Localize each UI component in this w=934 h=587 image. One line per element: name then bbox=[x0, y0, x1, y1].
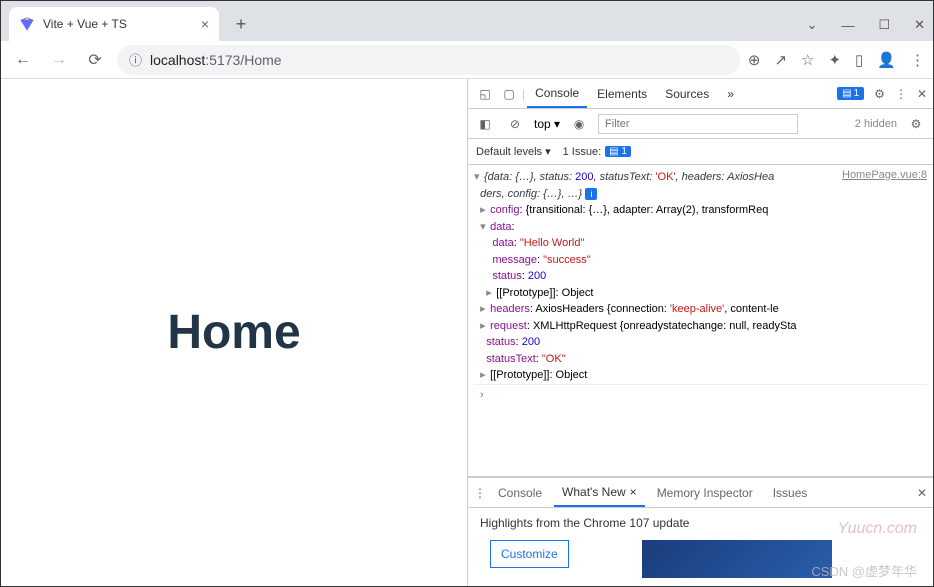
inspect-icon[interactable]: ◱ bbox=[474, 87, 496, 101]
vite-icon bbox=[19, 16, 35, 32]
drawer-tab-whatsnew[interactable]: What's New × bbox=[554, 479, 645, 507]
console-settings-icon[interactable]: ⚙ bbox=[905, 117, 927, 131]
close-devtools-icon[interactable]: ✕ bbox=[917, 87, 927, 101]
browser-tab[interactable]: Vite + Vue + TS × bbox=[9, 7, 219, 41]
reload-button[interactable]: ⟳ bbox=[81, 46, 109, 74]
more-icon[interactable]: ⋮ bbox=[895, 87, 907, 101]
drawer-tabs: ⋮ Console What's New × Memory Inspector … bbox=[468, 478, 933, 508]
profile-icon[interactable]: 👤 bbox=[877, 51, 896, 69]
chevron-down-icon[interactable]: ⌄ bbox=[807, 17, 818, 33]
drawer-tab-memory[interactable]: Memory Inspector bbox=[649, 479, 761, 507]
bookmark-icon[interactable]: ☆ bbox=[801, 51, 814, 69]
window-controls: ⌄ — ☐ ✕ bbox=[807, 9, 933, 41]
hidden-count[interactable]: 2 hidden bbox=[855, 118, 897, 130]
browser-toolbar: ← → ⟳ ⓘ localhost:5173/Home ⊕ ↗ ☆ ✦ ▯ 👤 … bbox=[1, 41, 933, 79]
watermark: Yuucn.com bbox=[838, 520, 917, 538]
close-icon[interactable]: × bbox=[630, 485, 637, 499]
clear-console-icon[interactable]: ⊘ bbox=[504, 117, 526, 131]
minimize-icon[interactable]: — bbox=[841, 18, 854, 33]
messages-badge[interactable]: ▤ 1 bbox=[837, 87, 864, 100]
console-levels: Default levels ▾ 1 Issue: ▤ 1 bbox=[468, 139, 933, 165]
live-expression-icon[interactable]: ◉ bbox=[568, 117, 590, 131]
console-prompt[interactable]: › bbox=[474, 384, 927, 405]
tab-title: Vite + Vue + TS bbox=[43, 17, 127, 31]
info-icon[interactable]: i bbox=[585, 188, 597, 200]
console-toolbar: ◧ ⊘ top ▾ ◉ 2 hidden ⚙ bbox=[468, 109, 933, 139]
addr-text: localhost:5173/Home bbox=[150, 52, 282, 68]
back-button[interactable]: ← bbox=[9, 46, 37, 74]
menu-icon[interactable]: ⋮ bbox=[910, 51, 925, 69]
maximize-icon[interactable]: ☐ bbox=[878, 17, 890, 33]
tab-elements[interactable]: Elements bbox=[589, 80, 655, 108]
filter-input[interactable] bbox=[598, 114, 798, 134]
close-drawer-icon[interactable]: ✕ bbox=[917, 486, 927, 500]
levels-selector[interactable]: Default levels ▾ bbox=[476, 145, 551, 158]
page-heading: Home bbox=[167, 305, 300, 360]
devtools-panel: ◱ ▢ | Console Elements Sources » ▤ 1 ⚙ ⋮… bbox=[467, 79, 933, 586]
watermark: CSDN @虚梦年华 bbox=[811, 561, 917, 580]
translate-icon[interactable]: ⊕ bbox=[748, 51, 761, 69]
window-titlebar: Vite + Vue + TS × + ⌄ — ☐ ✕ bbox=[1, 1, 933, 41]
issues-chip[interactable]: 1 Issue: ▤ 1 bbox=[563, 146, 631, 158]
devtools-tabs: ◱ ▢ | Console Elements Sources » ▤ 1 ⚙ ⋮… bbox=[468, 79, 933, 109]
source-link[interactable]: HomePage.vue:8 bbox=[842, 169, 927, 181]
settings-icon[interactable]: ⚙ bbox=[874, 87, 885, 101]
console-output[interactable]: HomePage.vue:8 ▾{data: {…}, status: 200,… bbox=[468, 165, 933, 476]
device-toggle-icon[interactable]: ▢ bbox=[498, 87, 520, 101]
close-tab-icon[interactable]: × bbox=[201, 16, 209, 32]
feature-banner bbox=[642, 540, 832, 578]
forward-button[interactable]: → bbox=[45, 46, 73, 74]
customize-button[interactable]: Customize bbox=[490, 540, 569, 568]
tab-console[interactable]: Console bbox=[527, 80, 587, 108]
drawer-tab-console[interactable]: Console bbox=[490, 479, 550, 507]
context-selector[interactable]: top ▾ bbox=[534, 117, 560, 131]
drawer-menu-icon[interactable]: ⋮ bbox=[474, 486, 486, 500]
share-icon[interactable]: ↗ bbox=[774, 51, 787, 69]
drawer-tab-issues[interactable]: Issues bbox=[765, 479, 816, 507]
sidebar-toggle-icon[interactable]: ◧ bbox=[474, 117, 496, 131]
tab-sources[interactable]: Sources bbox=[657, 80, 717, 108]
toolbar-actions: ⊕ ↗ ☆ ✦ ▯ 👤 ⋮ bbox=[748, 51, 925, 69]
extensions-icon[interactable]: ✦ bbox=[828, 51, 841, 69]
close-icon[interactable]: ✕ bbox=[914, 17, 925, 33]
site-info-icon[interactable]: ⓘ bbox=[129, 50, 142, 69]
content-area: Home ◱ ▢ | Console Elements Sources » ▤ … bbox=[1, 79, 933, 586]
page-viewport: Home bbox=[1, 79, 467, 586]
reading-list-icon[interactable]: ▯ bbox=[855, 51, 863, 69]
tabs-overflow[interactable]: » bbox=[719, 80, 742, 108]
new-tab-button[interactable]: + bbox=[227, 10, 255, 38]
address-bar[interactable]: ⓘ localhost:5173/Home bbox=[117, 45, 740, 75]
